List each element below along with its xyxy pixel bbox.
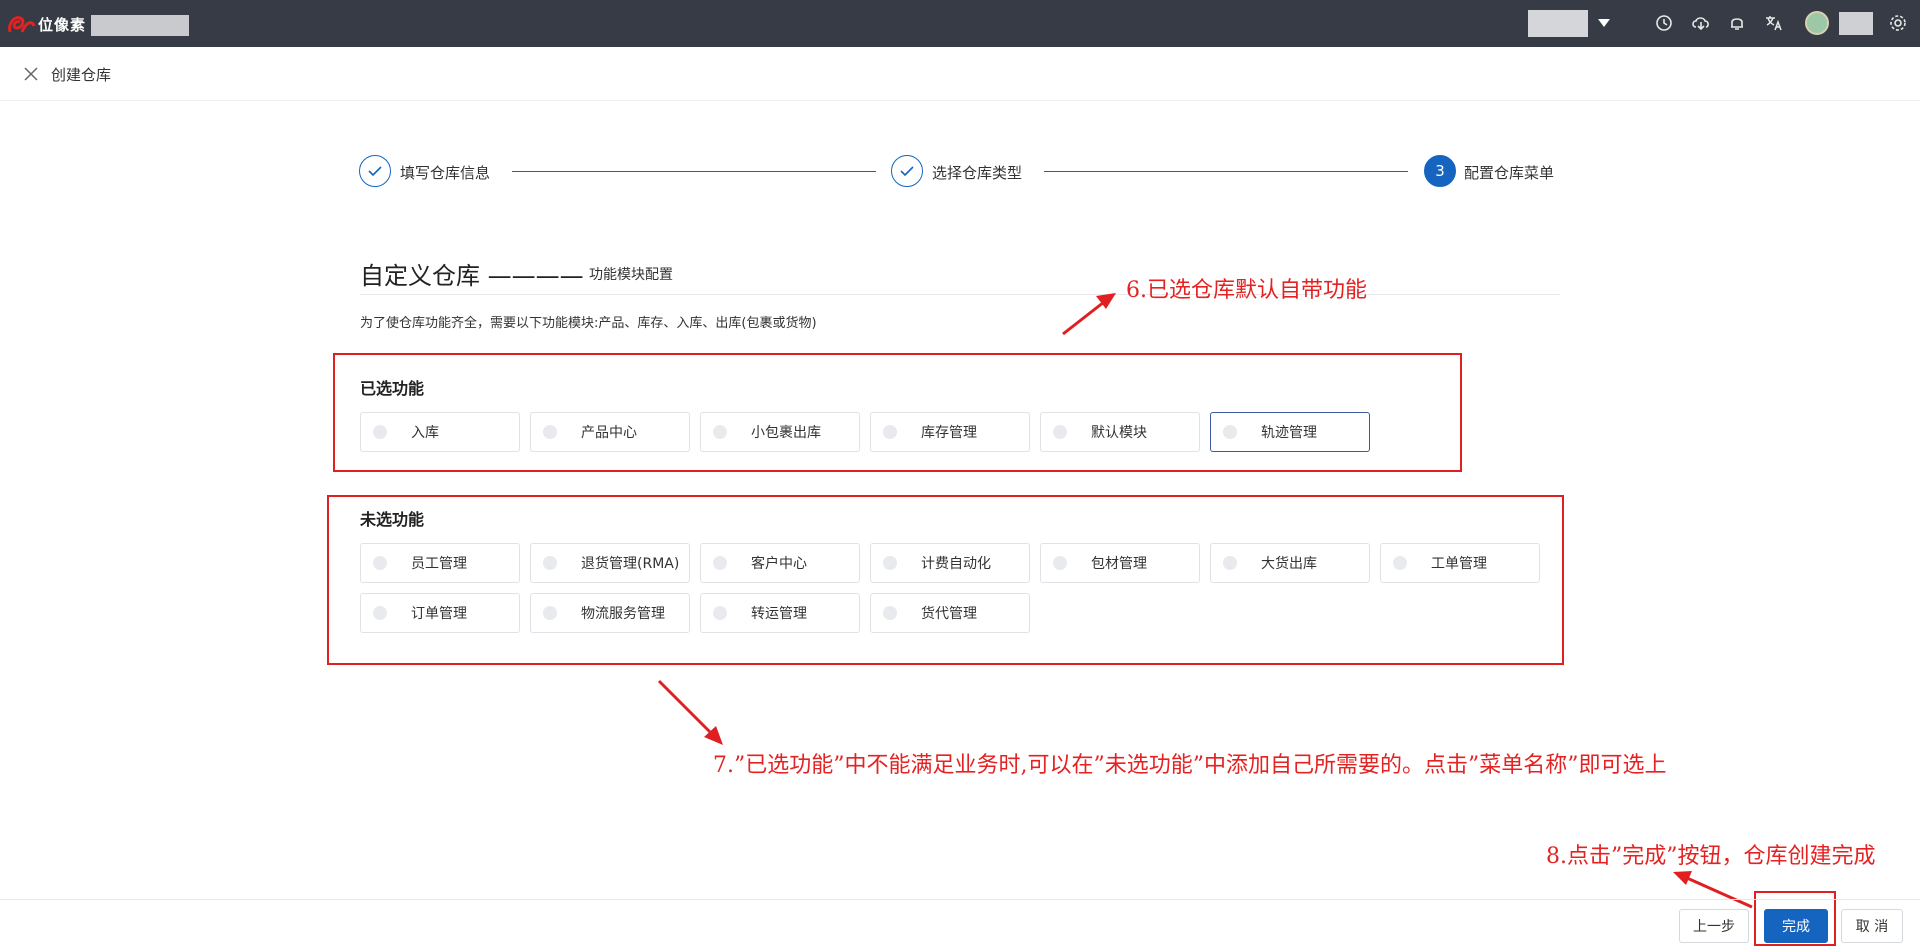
step-2-check: [891, 155, 923, 187]
previous-step-button[interactable]: 上一步: [1679, 909, 1749, 943]
annotation-arrow-8: [1673, 871, 1753, 909]
step-1-label: 填写仓库信息: [400, 164, 491, 182]
check-icon: [368, 166, 382, 177]
footer-divider: [0, 899, 1920, 900]
annotation-note-6: 6.已选仓库默认自带功能: [1126, 278, 1367, 303]
annotation-arrow-6: [1062, 293, 1116, 336]
step-3-label: 配置仓库菜单: [1464, 164, 1555, 182]
step-3-number: 3: [1424, 155, 1456, 187]
section-subtitle: 功能模块配置: [589, 267, 673, 283]
account-dropdown-icon[interactable]: [1598, 18, 1610, 28]
section-title: 自定义仓库 ————: [360, 262, 584, 290]
history-icon[interactable]: [1654, 13, 1674, 33]
annotation-box-unselected: [327, 495, 1564, 665]
step-2-label: 选择仓库类型: [932, 164, 1023, 182]
check-icon: [900, 166, 914, 177]
annotation-arrows: [657, 293, 1753, 909]
brand-name: 位像素: [38, 15, 87, 34]
cancel-button[interactable]: 取 消: [1841, 909, 1903, 943]
redacted-user-name[interactable]: [1839, 12, 1873, 35]
close-icon[interactable]: [22, 65, 40, 83]
annotation-note-7: 7.”已选功能”中不能满足业务时,可以在”未选功能”中添加自己所需要的。点击”菜…: [713, 753, 1667, 778]
translate-icon[interactable]: [1764, 13, 1784, 33]
top-navigation-bar: 位像素: [0, 0, 1920, 47]
redacted-workspace-name: [91, 15, 189, 36]
cloud-download-icon[interactable]: [1691, 13, 1711, 33]
step-connector-2: [1044, 171, 1408, 172]
page-title: 创建仓库: [51, 66, 112, 84]
section-description: 为了使仓库功能齐全，需要以下功能模块:产品、库存、入库、出库(包裹或货物): [360, 316, 817, 331]
annotation-note-8: 8.点击”完成”按钮，仓库创建完成: [1546, 844, 1876, 869]
step-1-check: [359, 155, 391, 187]
annotation-arrow-7: [657, 679, 723, 745]
step-connector-1: [512, 171, 876, 172]
page-header: 创建仓库: [0, 47, 1920, 101]
brand-logo[interactable]: 位像素: [6, 10, 86, 38]
settings-gear-icon[interactable]: [1888, 13, 1908, 33]
brand-logo-icon: [8, 16, 36, 33]
redacted-account-name[interactable]: [1528, 10, 1588, 37]
annotation-box-selected: [333, 353, 1462, 472]
notification-bell-icon[interactable]: [1727, 13, 1747, 33]
section-divider: [360, 294, 1560, 295]
user-avatar[interactable]: [1805, 11, 1829, 35]
finish-button[interactable]: 完成: [1764, 909, 1828, 943]
